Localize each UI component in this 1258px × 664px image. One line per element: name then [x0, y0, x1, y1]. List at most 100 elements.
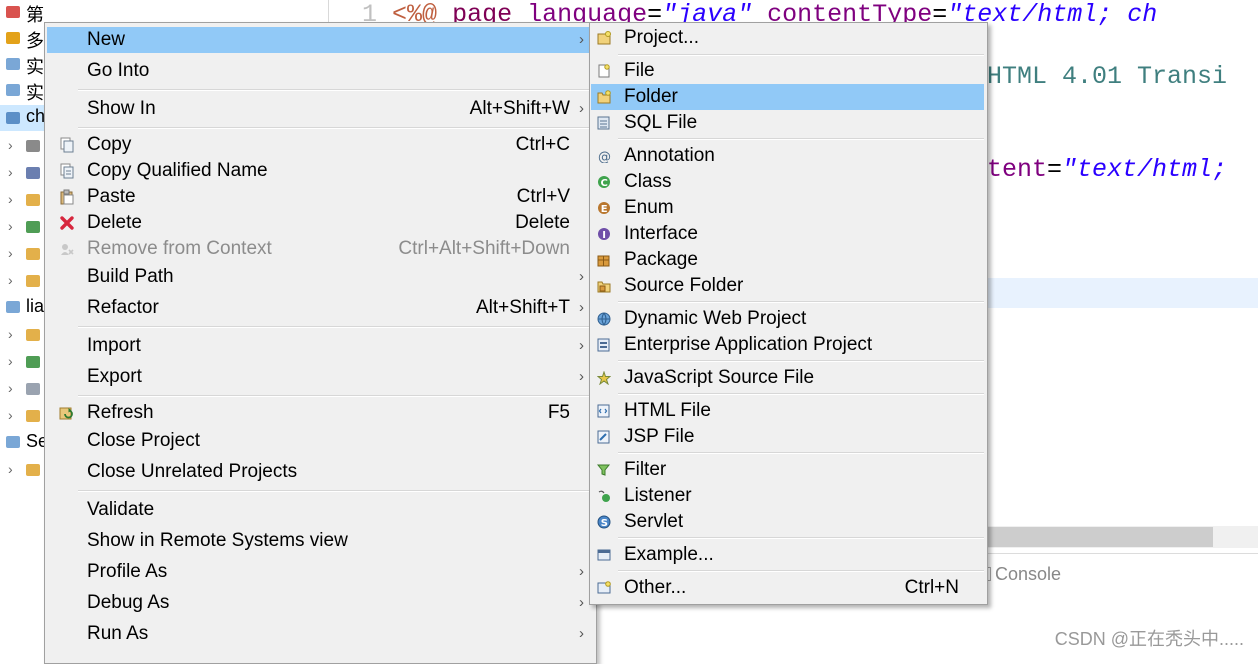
tree-label: 多 [26, 31, 44, 51]
expand-chevron-icon[interactable]: › [8, 191, 13, 207]
menu-item-build-path[interactable]: Build Path › [47, 264, 594, 290]
menu-separator [618, 393, 984, 395]
submenu-item-html-file[interactable]: HTML File [591, 398, 984, 424]
project-icon [6, 58, 20, 70]
submenu-item-enterprise-application-project[interactable]: Enterprise Application Project [591, 332, 984, 358]
expand-chevron-icon[interactable]: › [8, 380, 13, 396]
menu-item-copy-qualified-name[interactable]: Copy Qualified Name [47, 158, 594, 184]
tree-row-2[interactable]: 多 [0, 26, 44, 52]
submenu-item-dynamic-web-project[interactable]: Dynamic Web Project [591, 306, 984, 332]
tree-row-16[interactable]: › [0, 403, 44, 429]
submenu-item-sql-file[interactable]: SQL File [591, 110, 984, 136]
menu-item-close-project[interactable]: Close Project [47, 428, 594, 454]
folder-icon [26, 194, 40, 206]
class-icon: C [597, 175, 611, 189]
file-icon [26, 383, 40, 395]
menu-item-label: Delete [87, 212, 142, 233]
submenu-item-listener[interactable]: Listener [591, 483, 984, 509]
tree-row-6[interactable]: › [0, 133, 44, 159]
menu-item-refresh[interactable]: Refresh F5 [47, 400, 594, 426]
tree-row-14[interactable]: › [0, 349, 44, 375]
submenu-item-label: Project... [624, 27, 699, 48]
expand-chevron-icon[interactable]: › [8, 353, 13, 369]
submenu-arrow-icon: › [579, 594, 584, 611]
menu-item-new[interactable]: New › [47, 27, 594, 53]
example-icon [597, 548, 611, 562]
submenu-item-label: Package [624, 249, 698, 270]
submenu-item-label: JSP File [624, 426, 695, 447]
code-line-doctype[interactable]: HTML 4.01 Transi [987, 62, 1227, 91]
menu-separator [78, 127, 593, 129]
tree-row-selected[interactable]: ch [0, 105, 44, 131]
file-icon [597, 64, 611, 78]
menu-item-profile-as[interactable]: Profile As › [47, 559, 594, 585]
submenu-item-annotation[interactable]: @ Annotation [591, 143, 984, 169]
expand-chevron-icon[interactable]: › [8, 218, 13, 234]
menu-item-go-into[interactable]: Go Into [47, 58, 594, 84]
menu-item-show-in-remote-systems-view[interactable]: Show in Remote Systems view [47, 528, 594, 554]
console-tab[interactable]: Console [977, 564, 1061, 585]
submenu-item-package[interactable]: Package [591, 247, 984, 273]
menu-item-delete[interactable]: Delete Delete [47, 210, 594, 236]
submenu-item-source-folder[interactable]: Source Folder [591, 273, 984, 299]
submenu-item-example[interactable]: Example... [591, 542, 984, 568]
folder-icon [597, 90, 611, 104]
console-tab-label: Console [995, 564, 1062, 584]
submenu-item-label: Listener [624, 485, 692, 506]
scrollbar-thumb[interactable] [987, 527, 1213, 547]
submenu-item-class[interactable]: C Class [591, 169, 984, 195]
submenu-item-other[interactable]: Other... Ctrl+N [591, 575, 984, 601]
submenu-item-jsp-file[interactable]: JSP File [591, 424, 984, 450]
submenu-item-label: Other... [624, 577, 687, 598]
menu-item-remove-from-context[interactable]: Remove from Context Ctrl+Alt+Shift+Down [47, 236, 594, 262]
dynamic-web-project-icon [597, 312, 611, 326]
submenu-item-folder[interactable]: Folder [591, 84, 984, 110]
menu-item-close-unrelated-projects[interactable]: Close Unrelated Projects [47, 459, 594, 485]
menu-item-copy[interactable]: Copy Ctrl+C [47, 132, 594, 158]
html-attribute: tent [987, 155, 1048, 184]
expand-chevron-icon[interactable]: › [8, 461, 13, 477]
tree-row-1[interactable]: 第一章 [0, 0, 44, 26]
project-icon [6, 301, 20, 313]
tree-row-8[interactable]: › [0, 187, 44, 213]
tree-row-9[interactable]: › [0, 214, 44, 240]
horizontal-scrollbar[interactable] [987, 526, 1258, 548]
tree-row-3[interactable]: 实 [0, 52, 44, 78]
menu-item-shortcut: F5 [547, 402, 570, 423]
tree-row-4[interactable]: 实 [0, 78, 44, 104]
tree-row-13[interactable]: › [0, 322, 44, 348]
project-icon [6, 32, 20, 44]
menu-item-import[interactable]: Import › [47, 333, 594, 359]
submenu-item-filter[interactable]: Filter [591, 457, 984, 483]
menu-item-label: Remove from Context [87, 238, 272, 259]
menu-item-debug-as[interactable]: Debug As › [47, 590, 594, 616]
tree-row-12[interactable]: lia [0, 295, 44, 321]
submenu-item-file[interactable]: File [591, 58, 984, 84]
project-icon [597, 31, 611, 45]
submenu-item-interface[interactable]: I Interface [591, 221, 984, 247]
submenu-item-servlet[interactable]: S Servlet [591, 509, 984, 535]
expand-chevron-icon[interactable]: › [8, 137, 13, 153]
menu-item-show-in[interactable]: Show In Alt+Shift+W › [47, 96, 594, 122]
menu-item-refactor[interactable]: Refactor Alt+Shift+T › [47, 295, 594, 321]
menu-item-run-as[interactable]: Run As › [47, 621, 594, 647]
submenu-item-project[interactable]: Project... [591, 25, 984, 51]
tree-row-18[interactable]: › [0, 457, 44, 483]
library-icon [26, 356, 40, 368]
expand-chevron-icon[interactable]: › [8, 272, 13, 288]
menu-item-validate[interactable]: Validate [47, 497, 594, 523]
expand-chevron-icon[interactable]: › [8, 326, 13, 342]
menu-item-export[interactable]: Export › [47, 364, 594, 390]
expand-chevron-icon[interactable]: › [8, 164, 13, 180]
tree-row-10[interactable]: › [0, 241, 44, 267]
tree-row-11[interactable]: › [0, 268, 44, 294]
tree-row-7[interactable]: › [0, 160, 44, 186]
submenu-item-enum[interactable]: E Enum [591, 195, 984, 221]
tree-row-17[interactable]: Se [0, 430, 44, 456]
expand-chevron-icon[interactable]: › [8, 407, 13, 423]
code-line-meta[interactable]: tent="text/html; [987, 155, 1227, 184]
submenu-item-javascript-source-file[interactable]: JavaScript Source File [591, 365, 984, 391]
tree-row-15[interactable]: › [0, 376, 44, 402]
menu-item-paste[interactable]: Paste Ctrl+V [47, 184, 594, 210]
expand-chevron-icon[interactable]: › [8, 245, 13, 261]
